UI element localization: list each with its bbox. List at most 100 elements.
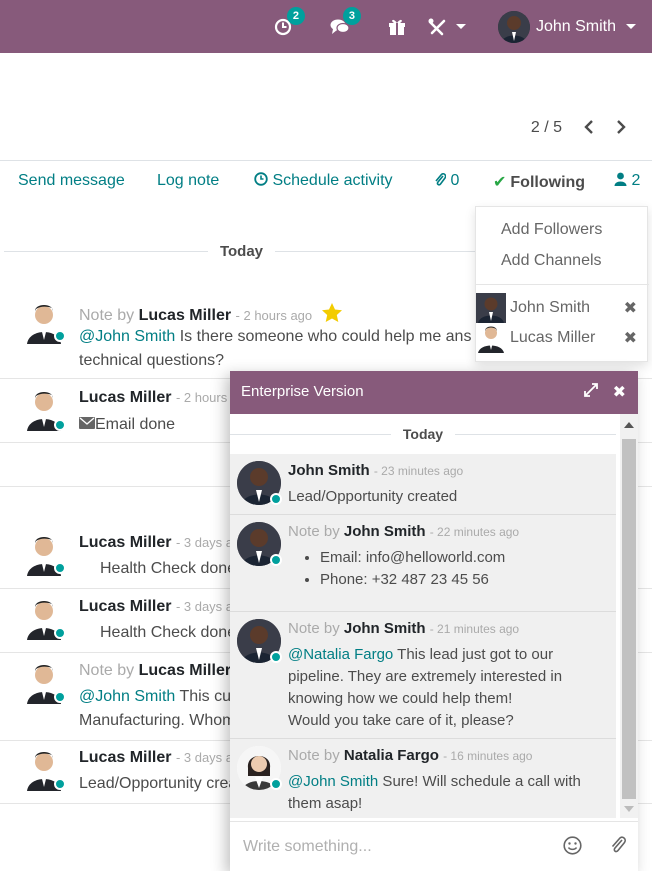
add-followers-button[interactable]: Add Followers: [501, 221, 602, 239]
message-author[interactable]: Lucas Miller: [79, 749, 171, 766]
online-status-icon: [270, 493, 282, 505]
followers-dropdown: Add Followers Add Channels John Smith ✖ …: [475, 206, 649, 362]
followers-button[interactable]: 2: [614, 172, 640, 190]
scroll-up-icon[interactable]: [624, 422, 634, 428]
message-header: John Smith - 23 minutes ago: [288, 462, 463, 479]
message-header: Note by Lucas Miller - 2 hours ago: [79, 302, 343, 328]
close-icon[interactable]: ✖: [613, 382, 626, 402]
message-body-line: Manufacturing. Whom: [79, 712, 236, 729]
list-item: Phone: +32 487 23 45 56: [320, 569, 505, 591]
mention-link[interactable]: @John Smith: [79, 328, 175, 345]
messaging-menu[interactable]: 3: [330, 6, 361, 36]
online-status-icon: [54, 330, 66, 342]
chevron-right-icon: [617, 120, 626, 134]
message-author[interactable]: John Smith: [344, 620, 426, 637]
gift-button[interactable]: [388, 18, 406, 35]
composer-input[interactable]: [230, 822, 550, 871]
note-by-label: Note by: [288, 620, 340, 637]
following-button[interactable]: ✔ Following: [493, 172, 585, 192]
scrollbar-thumb[interactable]: [622, 439, 636, 799]
message-author[interactable]: Lucas Miller: [79, 598, 171, 615]
note-by-label: Note by: [288, 523, 340, 540]
message-header: Note by Lucas Miller: [79, 662, 231, 680]
online-status-icon: [270, 554, 282, 566]
chat-message: John Smith - 23 minutes ago Lead/Opportu…: [230, 454, 616, 514]
check-icon: ✔: [493, 174, 507, 191]
note-by-label: Note by: [79, 662, 135, 679]
message-author[interactable]: Lucas Miller: [79, 534, 171, 551]
today-separator: Today: [230, 426, 617, 442]
follower-name: Lucas Miller: [510, 329, 596, 346]
chat-window-header[interactable]: Enterprise Version ✖: [230, 371, 638, 414]
pager-previous-button[interactable]: [584, 118, 594, 138]
message-body-line: Health Check done: [100, 624, 237, 641]
chat-message: Note by John Smith - 22 minutes ago Emai…: [230, 515, 616, 611]
message-body-line: Email done: [79, 416, 175, 434]
divider: [476, 284, 649, 285]
message-time: - 2 hours ago: [235, 308, 313, 323]
message-header: Note by John Smith - 21 minutes ago: [288, 620, 519, 637]
message-body: @Natalia Fargo This lead just got to our…: [288, 646, 563, 729]
user-menu[interactable]: John Smith: [497, 10, 636, 43]
add-channels-button[interactable]: Add Channels: [501, 252, 602, 270]
attachments-count: 0: [450, 172, 460, 189]
online-status-icon: [270, 651, 282, 663]
attachments-button[interactable]: 0: [434, 172, 459, 190]
message-author[interactable]: Lucas Miller: [139, 662, 231, 679]
message-time: - 16 minutes ago: [443, 749, 533, 763]
chat-composer: [230, 821, 638, 871]
message-header: Lucas Miller - 3 days ago: [79, 598, 247, 616]
online-status-icon: [54, 562, 66, 574]
message-body: Lead/Opportunity created: [288, 488, 458, 505]
gift-icon: [388, 19, 405, 35]
note-by-label: Note by: [79, 307, 135, 324]
message-body-line: @John Smith Is there someone who could h…: [79, 328, 472, 345]
message-author[interactable]: John Smith: [344, 523, 426, 540]
mention-link[interactable]: @John Smith: [288, 773, 378, 790]
online-status-icon: [54, 627, 66, 639]
message-author[interactable]: John Smith: [288, 462, 370, 479]
debug-tools-menu[interactable]: [428, 18, 466, 36]
message-author[interactable]: Lucas Miller: [139, 307, 231, 324]
message-body-line: Health Check done: [100, 560, 237, 577]
remove-follower-button[interactable]: ✖: [624, 328, 637, 348]
mention-link[interactable]: @John Smith: [79, 688, 175, 705]
mention-link[interactable]: @Natalia Fargo: [288, 646, 393, 663]
divider: [0, 160, 652, 161]
pager-value[interactable]: 2 / 5: [531, 119, 562, 137]
clock-icon: [254, 172, 268, 186]
emoji-icon[interactable]: [563, 836, 582, 859]
message-count-badge: 3: [342, 6, 361, 25]
send-message-button[interactable]: Send message: [18, 172, 125, 190]
star-icon[interactable]: [321, 302, 343, 328]
activity-count-badge: 2: [286, 6, 305, 25]
follower-item[interactable]: Lucas Miller ✖: [476, 323, 649, 353]
note-by-label: Note by: [288, 747, 340, 764]
pager-next-button[interactable]: [616, 118, 626, 138]
message-author[interactable]: Natalia Fargo: [344, 747, 439, 764]
schedule-activity-label: Schedule activity: [272, 172, 393, 189]
message-header: Note by John Smith - 22 minutes ago: [288, 523, 519, 540]
message-body-line: Lead/Opportunity crea: [79, 775, 238, 792]
message-body-line: technical questions?: [79, 352, 224, 369]
log-note-button[interactable]: Log note: [157, 172, 219, 190]
message-header: Lucas Miller - 2 hours ago: [79, 389, 253, 407]
remove-follower-button[interactable]: ✖: [624, 298, 637, 318]
today-separator: Today: [4, 243, 479, 260]
paperclip-icon[interactable]: [610, 835, 626, 859]
expand-icon[interactable]: [584, 383, 598, 401]
scroll-down-icon[interactable]: [624, 806, 634, 812]
chatter-topbar: Send message Log note Schedule activity …: [0, 168, 652, 198]
follower-item[interactable]: John Smith ✖: [476, 293, 649, 323]
message-author[interactable]: Lucas Miller: [79, 389, 171, 406]
chat-scrollbar[interactable]: [620, 414, 638, 818]
today-label: Today: [402, 426, 444, 442]
schedule-activity-button[interactable]: Schedule activity: [254, 172, 393, 190]
chat-window: Enterprise Version ✖ Today John Smith - …: [230, 371, 638, 871]
online-status-icon: [54, 691, 66, 703]
activity-menu[interactable]: 2: [274, 6, 305, 36]
followers-count: 2: [631, 172, 641, 189]
avatar: [476, 293, 506, 323]
chat-thread[interactable]: Today John Smith - 23 minutes ago Lead/O…: [230, 414, 620, 818]
follower-name: John Smith: [510, 299, 591, 316]
